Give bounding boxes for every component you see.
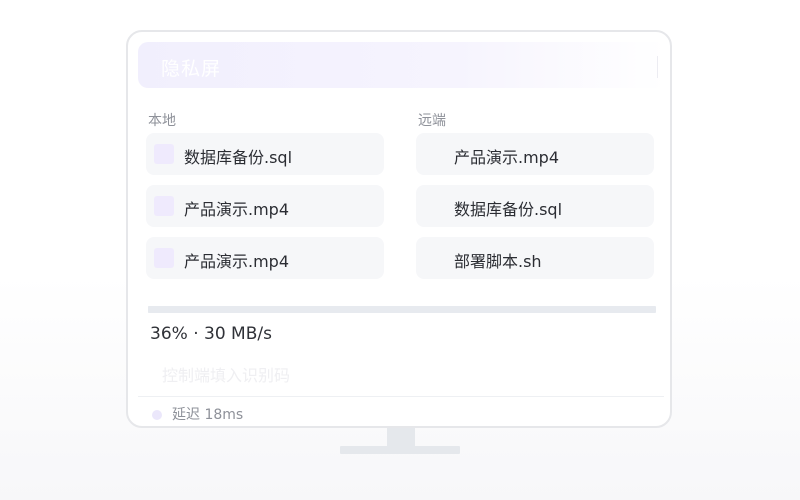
file-name: 产品演示.mp4 bbox=[454, 148, 560, 167]
file-name: 产品演示.mp4 bbox=[184, 252, 290, 271]
remote-file-row[interactable]: 数据库备份.sql bbox=[416, 185, 654, 227]
title-divider bbox=[657, 56, 658, 78]
footer-divider bbox=[138, 396, 664, 397]
remote-column-label: 远端 bbox=[418, 113, 446, 129]
transfer-progress-bar bbox=[148, 306, 656, 313]
monitor-stand-base bbox=[340, 446, 460, 454]
file-name: 部署脚本.sh bbox=[454, 252, 542, 271]
local-file-row[interactable]: 产品演示.mp4 bbox=[146, 185, 384, 227]
transfer-progress-fill bbox=[148, 306, 331, 313]
window-title: 隐私屏 bbox=[161, 58, 222, 80]
file-icon bbox=[154, 248, 174, 268]
file-name: 产品演示.mp4 bbox=[184, 200, 290, 219]
monitor-screen: 隐私屏 本地 数据库备份.sql 产品演示.mp4 产品演示.mp4 远端 产品… bbox=[126, 30, 672, 428]
remote-file-row[interactable]: 部署脚本.sh bbox=[416, 237, 654, 279]
identification-code-input[interactable] bbox=[150, 362, 474, 388]
local-file-row[interactable]: 产品演示.mp4 bbox=[146, 237, 384, 279]
local-file-row[interactable]: 数据库备份.sql bbox=[146, 133, 384, 175]
monitor-stand-neck bbox=[387, 428, 415, 446]
transfer-status: 36% · 30 MB/s bbox=[150, 324, 272, 344]
latency-status-dot bbox=[152, 410, 162, 420]
title-bar: 隐私屏 bbox=[138, 42, 666, 88]
file-name: 数据库备份.sql bbox=[184, 148, 293, 167]
file-icon bbox=[154, 144, 174, 164]
remote-file-row[interactable]: 产品演示.mp4 bbox=[416, 133, 654, 175]
latency-text: 延迟 18ms bbox=[172, 407, 244, 423]
file-icon bbox=[154, 196, 174, 216]
local-column-label: 本地 bbox=[148, 113, 176, 129]
file-name: 数据库备份.sql bbox=[454, 200, 563, 219]
